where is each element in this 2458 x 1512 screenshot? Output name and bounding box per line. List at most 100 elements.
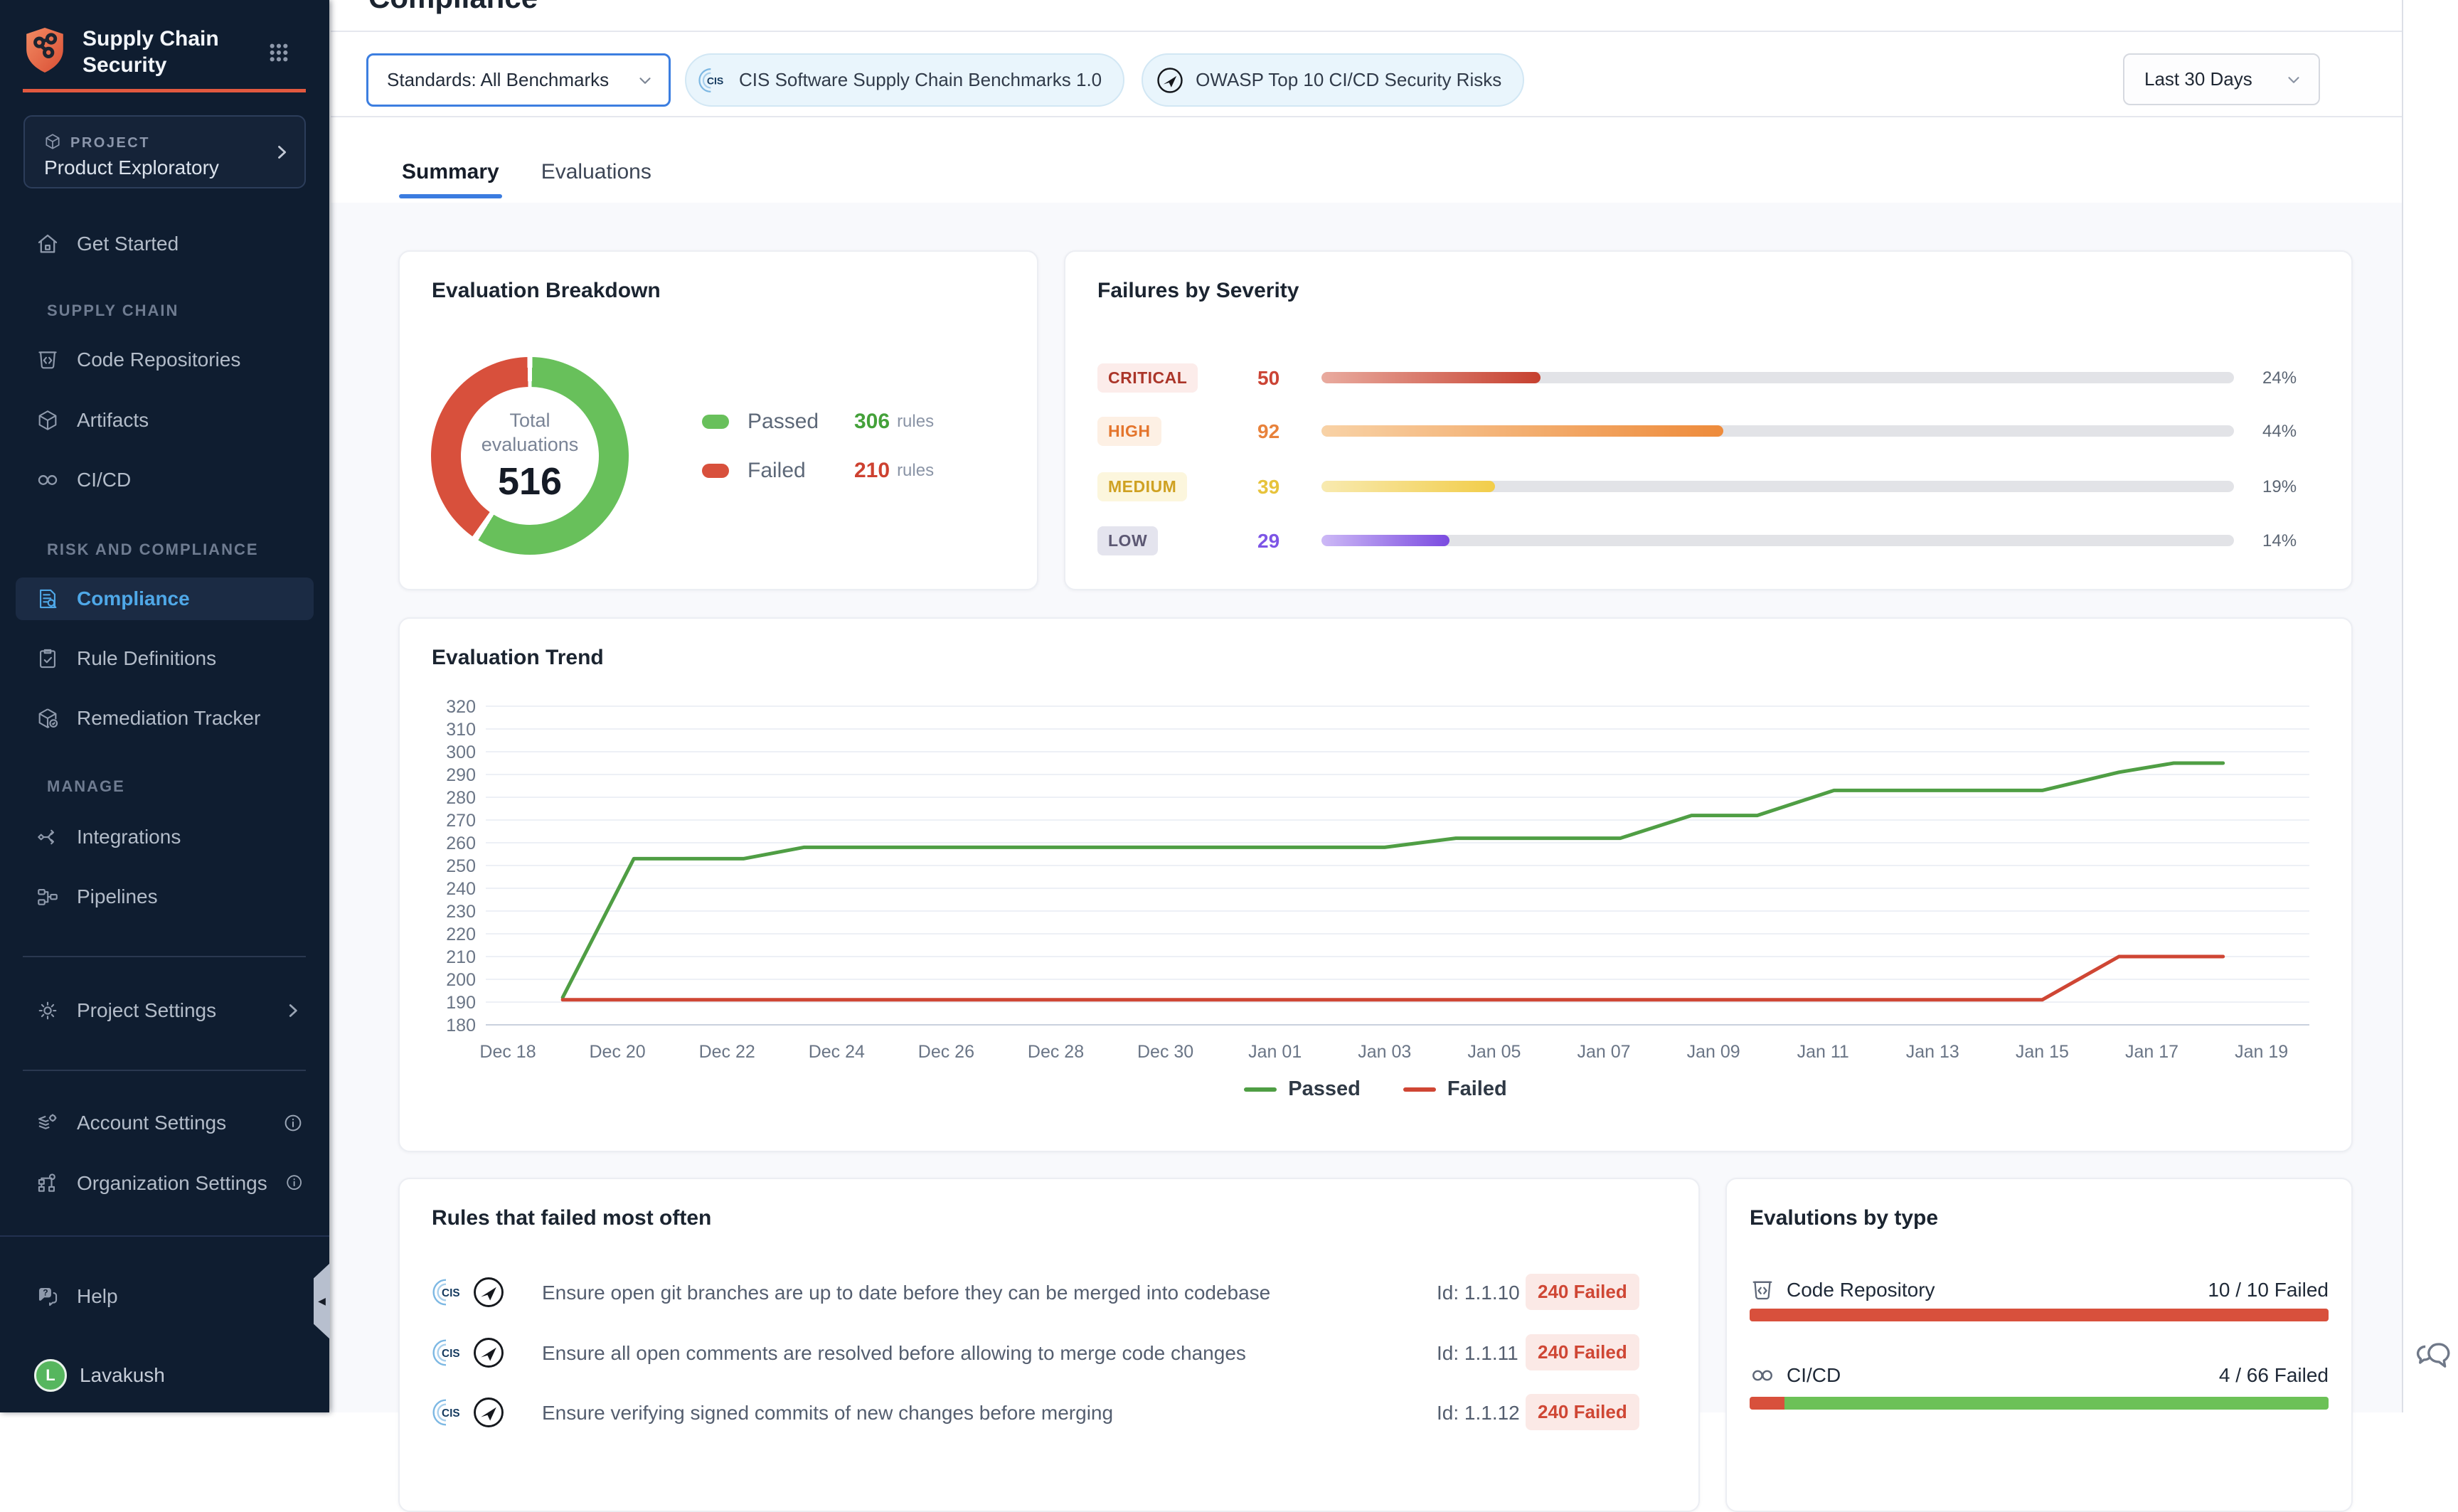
passed-legend-pill <box>702 415 729 429</box>
tab-summary[interactable]: Summary <box>400 146 501 198</box>
svg-text:200: 200 <box>446 970 476 990</box>
owasp-logo-icon <box>470 1334 507 1371</box>
svg-text:290: 290 <box>446 765 476 785</box>
sidebar-item-integrations[interactable]: Integrations <box>0 816 329 858</box>
layers-gear-icon <box>36 1111 60 1135</box>
date-range-value: Last 30 Days <box>2144 68 2252 90</box>
sidebar-item-label: Get Started <box>77 233 179 255</box>
severity-badge: MEDIUM <box>1097 472 1187 501</box>
legend-label: Passed <box>1288 1077 1361 1101</box>
rule-row[interactable]: CIS Ensure all open comments are resolve… <box>400 1332 1698 1375</box>
divider <box>331 116 2402 117</box>
sidebar-item-label: CI/CD <box>77 469 131 491</box>
sidebar-item-compliance[interactable]: Compliance <box>16 577 314 620</box>
infinity-icon <box>1750 1363 1775 1388</box>
sidebar-item-pipelines[interactable]: Pipelines <box>0 875 329 918</box>
sidebar-item-project-settings[interactable]: Project Settings <box>0 989 329 1032</box>
evaluation-breakdown-card: Evaluation Breakdown Total evaluations 5… <box>398 250 1038 590</box>
chip-cis-benchmark[interactable]: CIS CIS Software Supply Chain Benchmarks… <box>685 53 1124 107</box>
passed-line-swatch <box>1244 1087 1277 1092</box>
sidebar-item-label: Artifacts <box>77 409 149 432</box>
severity-count: 92 <box>1257 420 1279 443</box>
sidebar-item-label: Compliance <box>77 587 190 610</box>
project-label: PROJECT <box>70 135 150 151</box>
page-title: Compliance <box>368 0 538 15</box>
project-cube-icon <box>43 132 62 151</box>
svg-text:Dec 18: Dec 18 <box>479 1042 536 1062</box>
failures-by-severity-card: Failures by Severity CRITICAL 50 24% HIG… <box>1064 250 2353 590</box>
svg-text:230: 230 <box>446 902 476 922</box>
chevron-right-icon <box>272 142 292 162</box>
legend-row-passed: Passed 306 rules <box>702 408 934 436</box>
standards-filter-select[interactable]: Standards: All Benchmarks <box>366 53 671 107</box>
remediation-box-icon <box>36 706 60 730</box>
avatar: L <box>34 1359 67 1392</box>
failed-legend-pill <box>702 464 729 478</box>
card-title: Evaluation Trend <box>432 646 604 670</box>
integrations-share-icon <box>36 825 60 849</box>
sidebar-item-remediation-tracker[interactable]: Remediation Tracker <box>0 697 329 740</box>
svg-text:?: ? <box>43 1287 48 1297</box>
svg-text:CIS: CIS <box>442 1287 460 1299</box>
sidebar-item-user[interactable]: L Lavakush <box>0 1354 329 1397</box>
help-chat-icon: ? <box>36 1284 60 1309</box>
chip-owasp-benchmark[interactable]: OWASP Top 10 CI/CD Security Risks <box>1142 53 1524 107</box>
legend-item-passed: Passed <box>1244 1077 1361 1101</box>
rule-text: Ensure all open comments are resolved be… <box>542 1342 1246 1365</box>
svg-text:Jan 17: Jan 17 <box>2125 1042 2178 1062</box>
svg-text:260: 260 <box>446 834 476 853</box>
sidebar: Supply Chain Security PROJECT Product Ex… <box>0 0 329 1412</box>
user-name: Lavakush <box>80 1364 165 1387</box>
trend-chart-svg: 3203103002902802702602502402302202102001… <box>432 686 2322 1074</box>
failed-count: 210 <box>854 459 890 483</box>
svg-text:Dec 20: Dec 20 <box>589 1042 645 1062</box>
legend-item-failed: Failed <box>1403 1077 1507 1101</box>
legend-row-failed: Failed 210 rules <box>702 457 934 485</box>
app-title: Supply Chain Security <box>83 26 232 78</box>
severity-bar <box>1321 372 2234 383</box>
svg-text:220: 220 <box>446 925 476 944</box>
rule-id: Id: 1.1.11 <box>1437 1342 1518 1365</box>
project-selector[interactable]: PROJECT Product Exploratory <box>23 115 306 188</box>
passed-count: 306 <box>854 410 890 434</box>
severity-row: CRITICAL 50 24% <box>1065 361 2351 395</box>
chat-widget-icon[interactable] <box>2415 1337 2454 1375</box>
sidebar-item-rule-definitions[interactable]: Rule Definitions <box>0 637 329 680</box>
unit-label: rules <box>897 461 934 481</box>
section-label-manage: MANAGE <box>47 777 125 796</box>
sidebar-item-help[interactable]: ? Help <box>0 1275 329 1318</box>
svg-text:Dec 24: Dec 24 <box>809 1042 865 1062</box>
severity-count: 50 <box>1257 367 1279 390</box>
svg-text:Jan 19: Jan 19 <box>2235 1042 2288 1062</box>
rule-row[interactable]: CIS Ensure verifying signed commits of n… <box>400 1392 1698 1434</box>
type-bar <box>1750 1309 2329 1321</box>
app-logo-row: Supply Chain Security <box>23 26 232 78</box>
app-grid-icon[interactable] <box>267 41 290 64</box>
svg-text:CIS: CIS <box>442 1407 460 1420</box>
sidebar-item-label: Organization Settings <box>77 1172 267 1195</box>
card-title: Evalutions by type <box>1750 1206 1938 1230</box>
infinity-icon <box>36 468 60 492</box>
cis-logo-icon: CIS <box>432 1395 466 1430</box>
tab-evaluations[interactable]: Evaluations <box>540 146 653 198</box>
cis-logo-icon: CIS <box>432 1275 466 1309</box>
sidebar-item-account-settings[interactable]: Account Settings <box>0 1102 329 1144</box>
owasp-logo-icon <box>470 1274 507 1311</box>
severity-row: LOW 29 14% <box>1065 523 2351 558</box>
evaluations-by-type-card: Evalutions by type Code Repository 10 / … <box>1725 1178 2353 1512</box>
info-icon[interactable] <box>282 1112 304 1134</box>
chevron-right-icon <box>282 1000 304 1021</box>
sidebar-item-artifacts[interactable]: Artifacts <box>0 399 329 442</box>
cis-logo-icon: CIS <box>432 1336 466 1370</box>
svg-text:Dec 22: Dec 22 <box>699 1042 755 1062</box>
date-range-select[interactable]: Last 30 Days <box>2123 53 2320 105</box>
sidebar-item-cicd[interactable]: CI/CD <box>0 459 329 501</box>
sidebar-item-get-started[interactable]: Get Started <box>0 223 329 265</box>
rule-row[interactable]: CIS Ensure open git branches are up to d… <box>400 1272 1698 1314</box>
severity-bar <box>1321 481 2234 492</box>
info-icon[interactable] <box>284 1173 304 1194</box>
svg-text:Jan 03: Jan 03 <box>1358 1042 1411 1062</box>
sidebar-item-code-repositories[interactable]: Code Repositories <box>0 339 329 381</box>
sidebar-item-organization-settings[interactable]: Organization Settings <box>0 1162 329 1205</box>
divider <box>23 956 306 957</box>
